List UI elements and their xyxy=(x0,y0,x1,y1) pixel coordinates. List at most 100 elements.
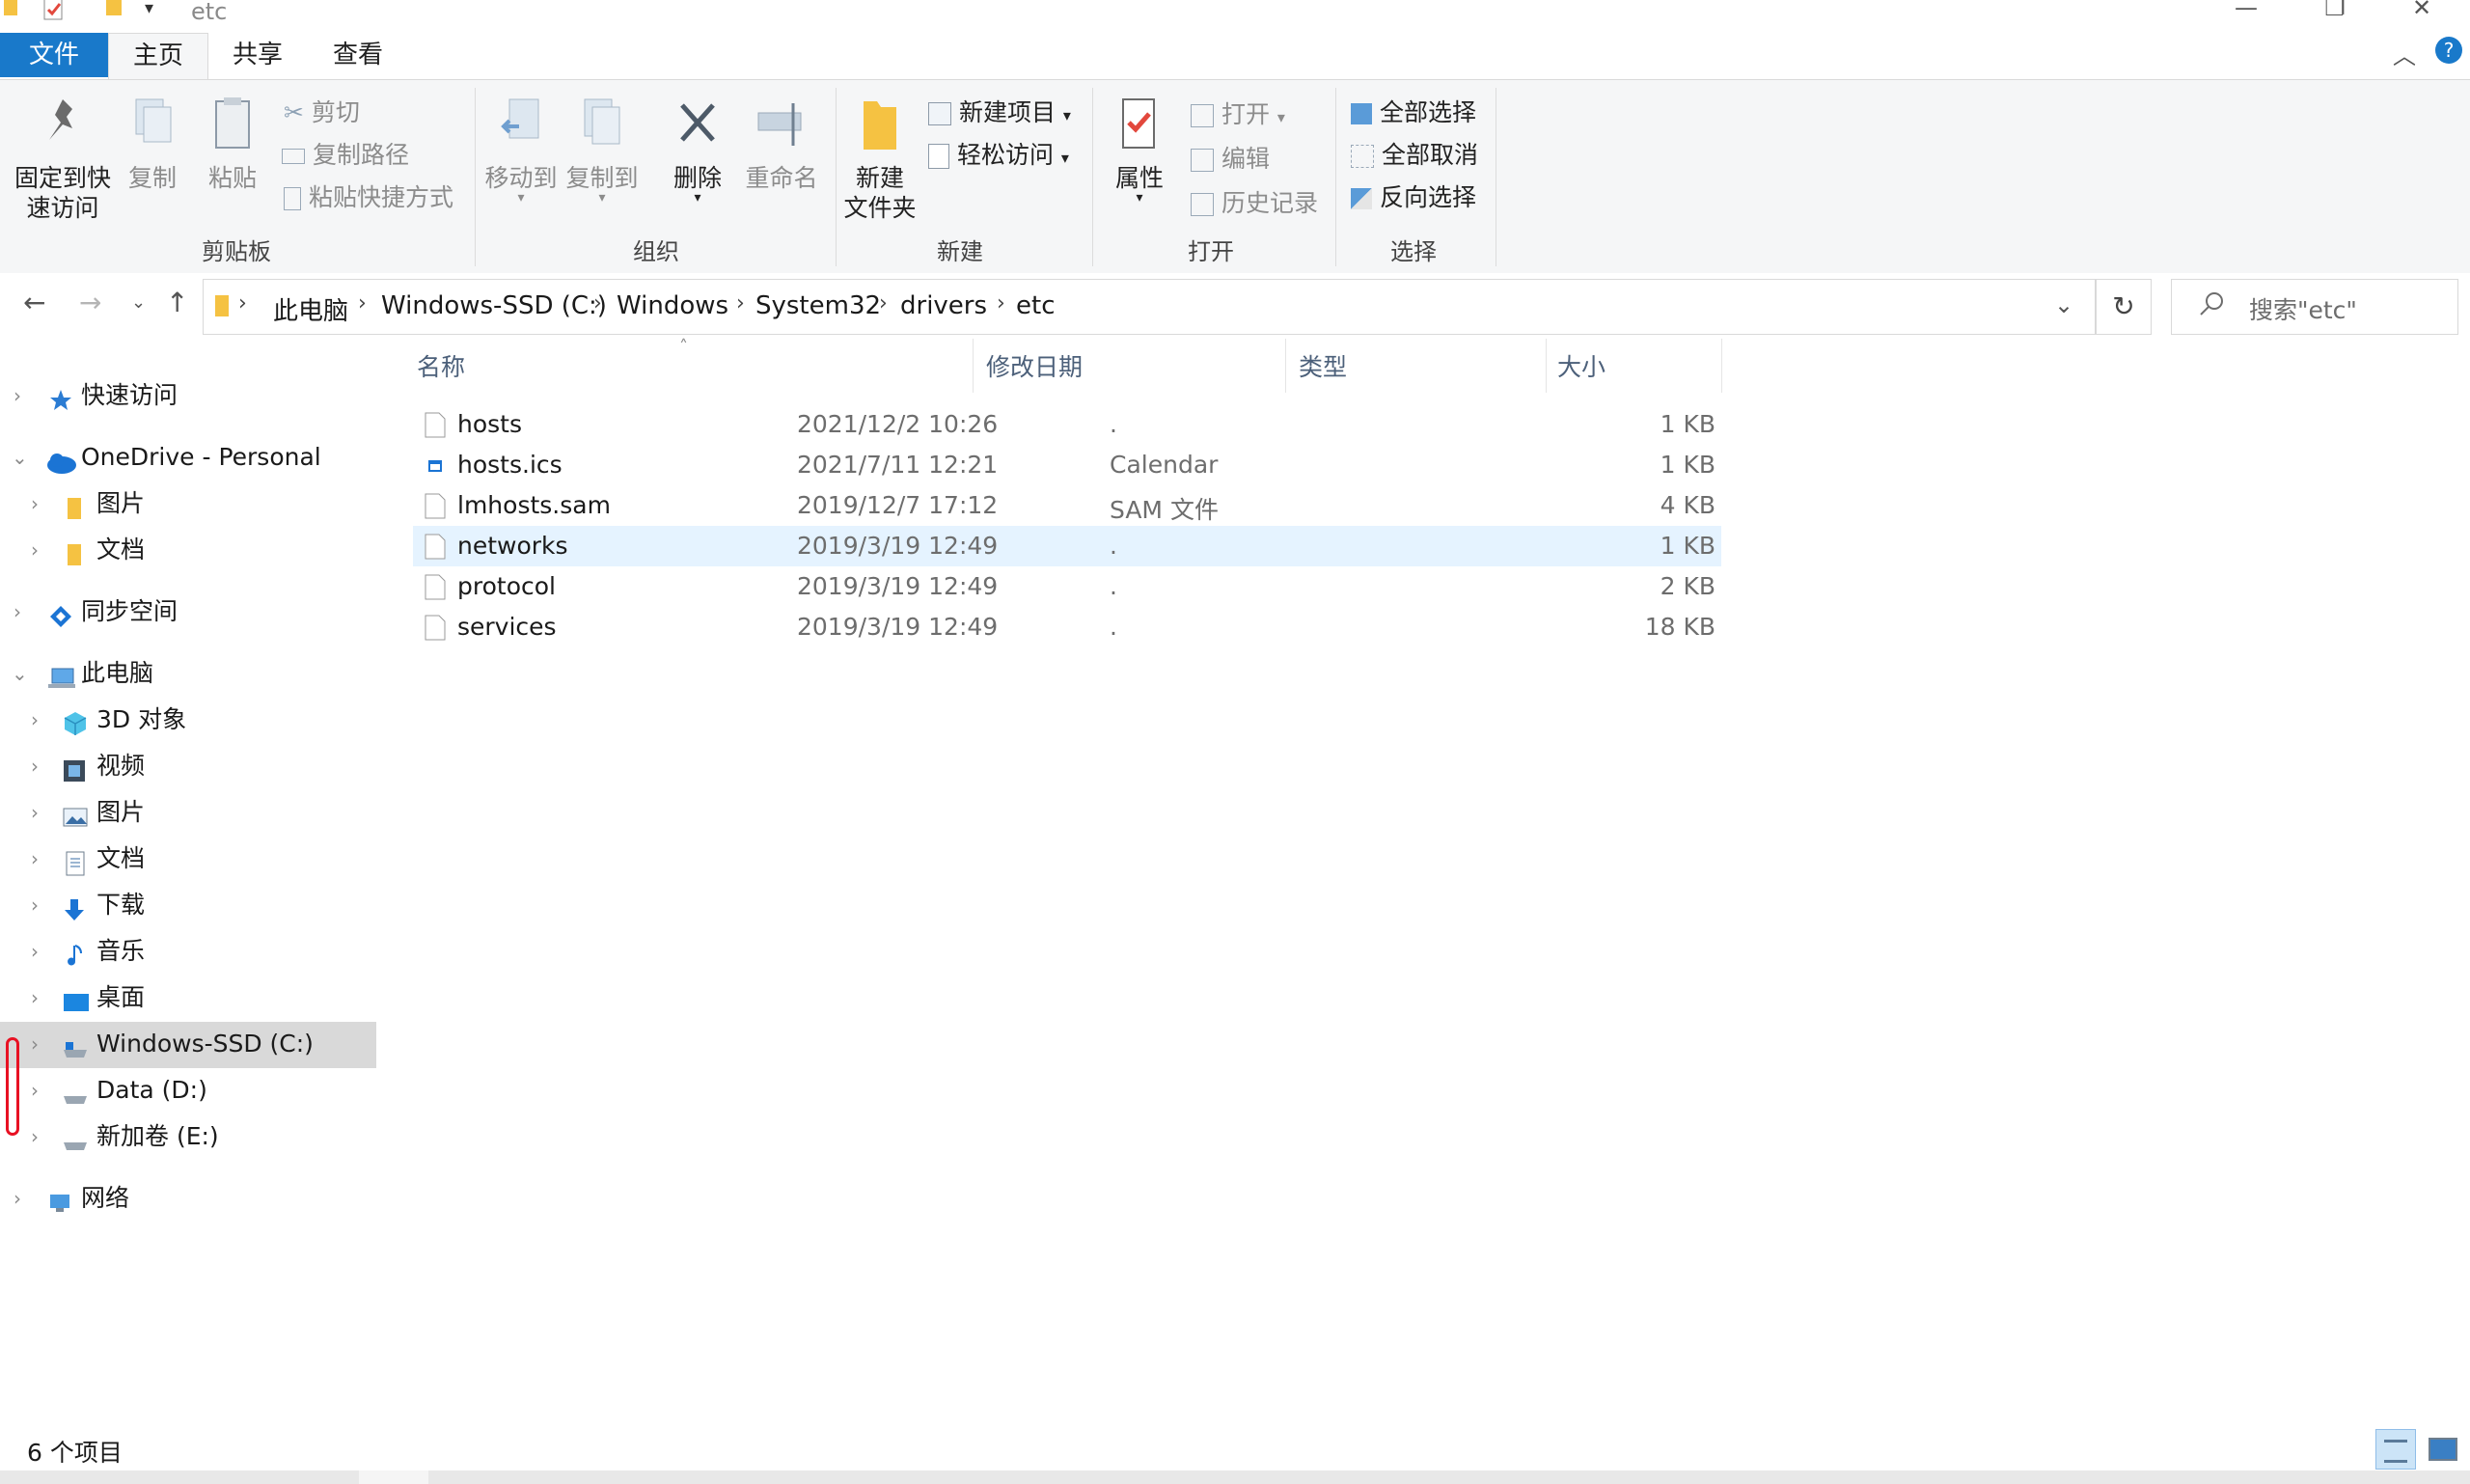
search-input[interactable]: 搜索"etc" xyxy=(2171,279,2458,335)
nav-item-onedrive-documents[interactable]: › 文档 xyxy=(0,528,376,572)
column-divider[interactable] xyxy=(1285,339,1286,393)
large-icons-view-button[interactable] xyxy=(2422,1429,2462,1470)
breadcrumb-separator-icon: › xyxy=(593,291,602,316)
copy-button[interactable]: 复制 xyxy=(122,94,183,193)
breadcrumb-drive-c[interactable]: Windows-SSD (C:) xyxy=(381,291,607,320)
nav-item-music[interactable]: › 音乐 xyxy=(0,929,376,974)
select-none-button[interactable]: 全部取消 xyxy=(1351,136,1478,171)
column-header-date[interactable]: 修改日期 xyxy=(986,348,1083,383)
address-history-chevron-icon[interactable]: ⌄ xyxy=(2054,291,2073,318)
minimize-button[interactable]: — xyxy=(2227,0,2265,21)
properties-button[interactable]: 属性 ▾ xyxy=(1104,94,1175,205)
breadcrumb-drivers[interactable]: drivers xyxy=(900,291,987,320)
refresh-button[interactable]: ↻ xyxy=(2096,279,2152,335)
select-all-button[interactable]: 全部选择 xyxy=(1351,94,1476,128)
delete-button[interactable]: 删除 ▾ xyxy=(664,94,731,206)
up-arrow-icon[interactable]: ↑ xyxy=(166,287,188,318)
navigation-bar: ← → ⌄ ↑ › 此电脑 › Windows-SSD (C:) › Windo… xyxy=(0,273,2470,339)
new-item-button[interactable]: 新建项目 ▾ xyxy=(928,94,1071,128)
back-arrow-icon[interactable]: ← xyxy=(23,287,45,318)
file-row[interactable]: lmhosts.sam 2019/12/7 17:12 SAM 文件 4 KB xyxy=(413,485,1721,526)
file-row[interactable]: protocol 2019/3/19 12:49 . 2 KB xyxy=(413,566,1721,607)
close-button[interactable]: ✕ xyxy=(2402,0,2441,21)
customize-chevron-icon[interactable]: ▾ xyxy=(145,0,153,18)
file-row[interactable]: hosts 2021/12/2 10:26 . 1 KB xyxy=(413,404,1721,445)
forward-arrow-icon[interactable]: → xyxy=(79,287,101,318)
edit-button[interactable]: 编辑 xyxy=(1191,140,1270,175)
file-size: 1 KB xyxy=(1660,532,1715,560)
select-all-icon xyxy=(1351,103,1372,124)
nav-item-drive-c[interactable]: › Windows-SSD (C:) xyxy=(0,1022,376,1066)
pin-to-quick-access-button[interactable]: 固定到快 速访问 xyxy=(10,94,116,223)
nav-item-onedrive[interactable]: ⌄ OneDrive - Personal xyxy=(0,435,376,480)
properties-quick-icon[interactable] xyxy=(39,0,68,28)
scrollbar-thumb[interactable] xyxy=(359,1470,428,1484)
nav-item-videos[interactable]: › 视频 xyxy=(0,744,376,788)
paste-shortcut-button[interactable]: 粘贴快捷方式 xyxy=(284,179,453,213)
file-date: 2021/7/11 12:21 xyxy=(797,451,999,479)
file-size: 2 KB xyxy=(1660,572,1715,600)
open-label: 打开 xyxy=(1221,100,1270,128)
nav-item-documents[interactable]: › 文档 xyxy=(0,837,376,881)
tab-home[interactable]: 主页 xyxy=(108,33,208,79)
new-folder-label-line2: 文件夹 xyxy=(843,194,917,222)
cube-icon xyxy=(62,707,87,735)
column-header-name[interactable]: 名称 xyxy=(417,348,465,383)
nav-item-drive-e[interactable]: › 新加卷 (E:) xyxy=(0,1114,376,1159)
column-header-type[interactable]: 类型 xyxy=(1299,348,1347,383)
breadcrumb-this-pc[interactable]: 此电脑 xyxy=(273,291,348,327)
breadcrumb-system32[interactable]: System32 xyxy=(755,291,881,320)
copy-path-button[interactable]: 复制路径 xyxy=(282,136,409,171)
new-folder-button[interactable]: 新建 文件夹 xyxy=(841,94,919,223)
copy-to-button[interactable]: 复制到 ▾ xyxy=(565,94,639,205)
invert-selection-button[interactable]: 反向选择 xyxy=(1351,179,1476,213)
cut-button[interactable]: ✂ 剪切 xyxy=(284,94,360,128)
column-header-size[interactable]: 大小 xyxy=(1557,348,1606,383)
delete-chevron-icon: ▾ xyxy=(694,190,701,206)
paste-button[interactable]: 粘贴 xyxy=(199,94,266,193)
file-row[interactable]: services 2019/3/19 12:49 . 18 KB xyxy=(413,607,1721,647)
nav-item-quick-access[interactable]: › 快速访问 xyxy=(0,373,376,418)
column-divider[interactable] xyxy=(1546,339,1547,393)
help-icon[interactable]: ? xyxy=(2435,37,2462,64)
tab-view[interactable]: 查看 xyxy=(315,33,401,77)
recent-locations-chevron-icon[interactable]: ⌄ xyxy=(131,292,146,313)
tab-file[interactable]: 文件 xyxy=(0,33,108,77)
rename-button[interactable]: 重命名 xyxy=(741,94,822,193)
breadcrumb-etc[interactable]: etc xyxy=(1016,291,1056,320)
file-row[interactable]: hosts.ics 2021/7/11 12:21 Calendar 1 KB xyxy=(413,445,1721,485)
details-view-button[interactable] xyxy=(2375,1429,2416,1470)
file-name: hosts.ics xyxy=(457,451,563,479)
address-bar[interactable]: › 此电脑 › Windows-SSD (C:) › Windows › Sys… xyxy=(203,279,2096,335)
nav-item-pictures[interactable]: › 图片 xyxy=(0,790,376,835)
move-to-button[interactable]: 移动到 ▾ xyxy=(484,94,558,205)
nav-item-desktop[interactable]: › 桌面 xyxy=(0,976,376,1020)
horizontal-scrollbar[interactable] xyxy=(0,1470,2470,1484)
new-folder-quick-icon[interactable] xyxy=(104,0,124,24)
nav-item-drive-d[interactable]: › Data (D:) xyxy=(0,1068,376,1113)
nav-item-this-pc[interactable]: ⌄ 此电脑 xyxy=(0,651,376,696)
maximize-button[interactable]: ❐ xyxy=(2316,0,2354,21)
collapse-ribbon-icon[interactable]: ︿ xyxy=(2393,37,2416,70)
chevron-right-icon: › xyxy=(31,1125,39,1148)
column-divider[interactable] xyxy=(973,339,974,393)
tab-share[interactable]: 共享 xyxy=(214,33,301,77)
nav-item-network[interactable]: › 网络 xyxy=(0,1176,376,1221)
easy-access-button[interactable]: 轻松访问 ▾ xyxy=(928,136,1069,171)
breadcrumb-windows[interactable]: Windows xyxy=(617,291,728,320)
nav-item-downloads[interactable]: › 下载 xyxy=(0,883,376,927)
history-button[interactable]: 历史记录 xyxy=(1191,184,1318,219)
file-row-selected[interactable]: networks 2019/3/19 12:49 . 1 KB xyxy=(413,526,1721,566)
nav-item-onedrive-pictures[interactable]: › 图片 xyxy=(0,481,376,526)
paste-label: 粘贴 xyxy=(207,164,257,192)
open-button[interactable]: 打开 ▾ xyxy=(1191,96,1285,130)
item-count: 6 个项目 xyxy=(27,1439,123,1467)
column-divider[interactable] xyxy=(1721,339,1722,393)
move-to-label: 移动到 xyxy=(484,164,558,192)
calendar-file-icon xyxy=(425,453,446,479)
chevron-right-icon: › xyxy=(31,538,39,562)
cloud-icon xyxy=(44,445,76,474)
nav-item-sync-space[interactable]: › 同步空间 xyxy=(0,590,376,634)
nav-item-3d-objects[interactable]: › 3D 对象 xyxy=(0,698,376,742)
file-date: 2019/3/19 12:49 xyxy=(797,532,999,560)
